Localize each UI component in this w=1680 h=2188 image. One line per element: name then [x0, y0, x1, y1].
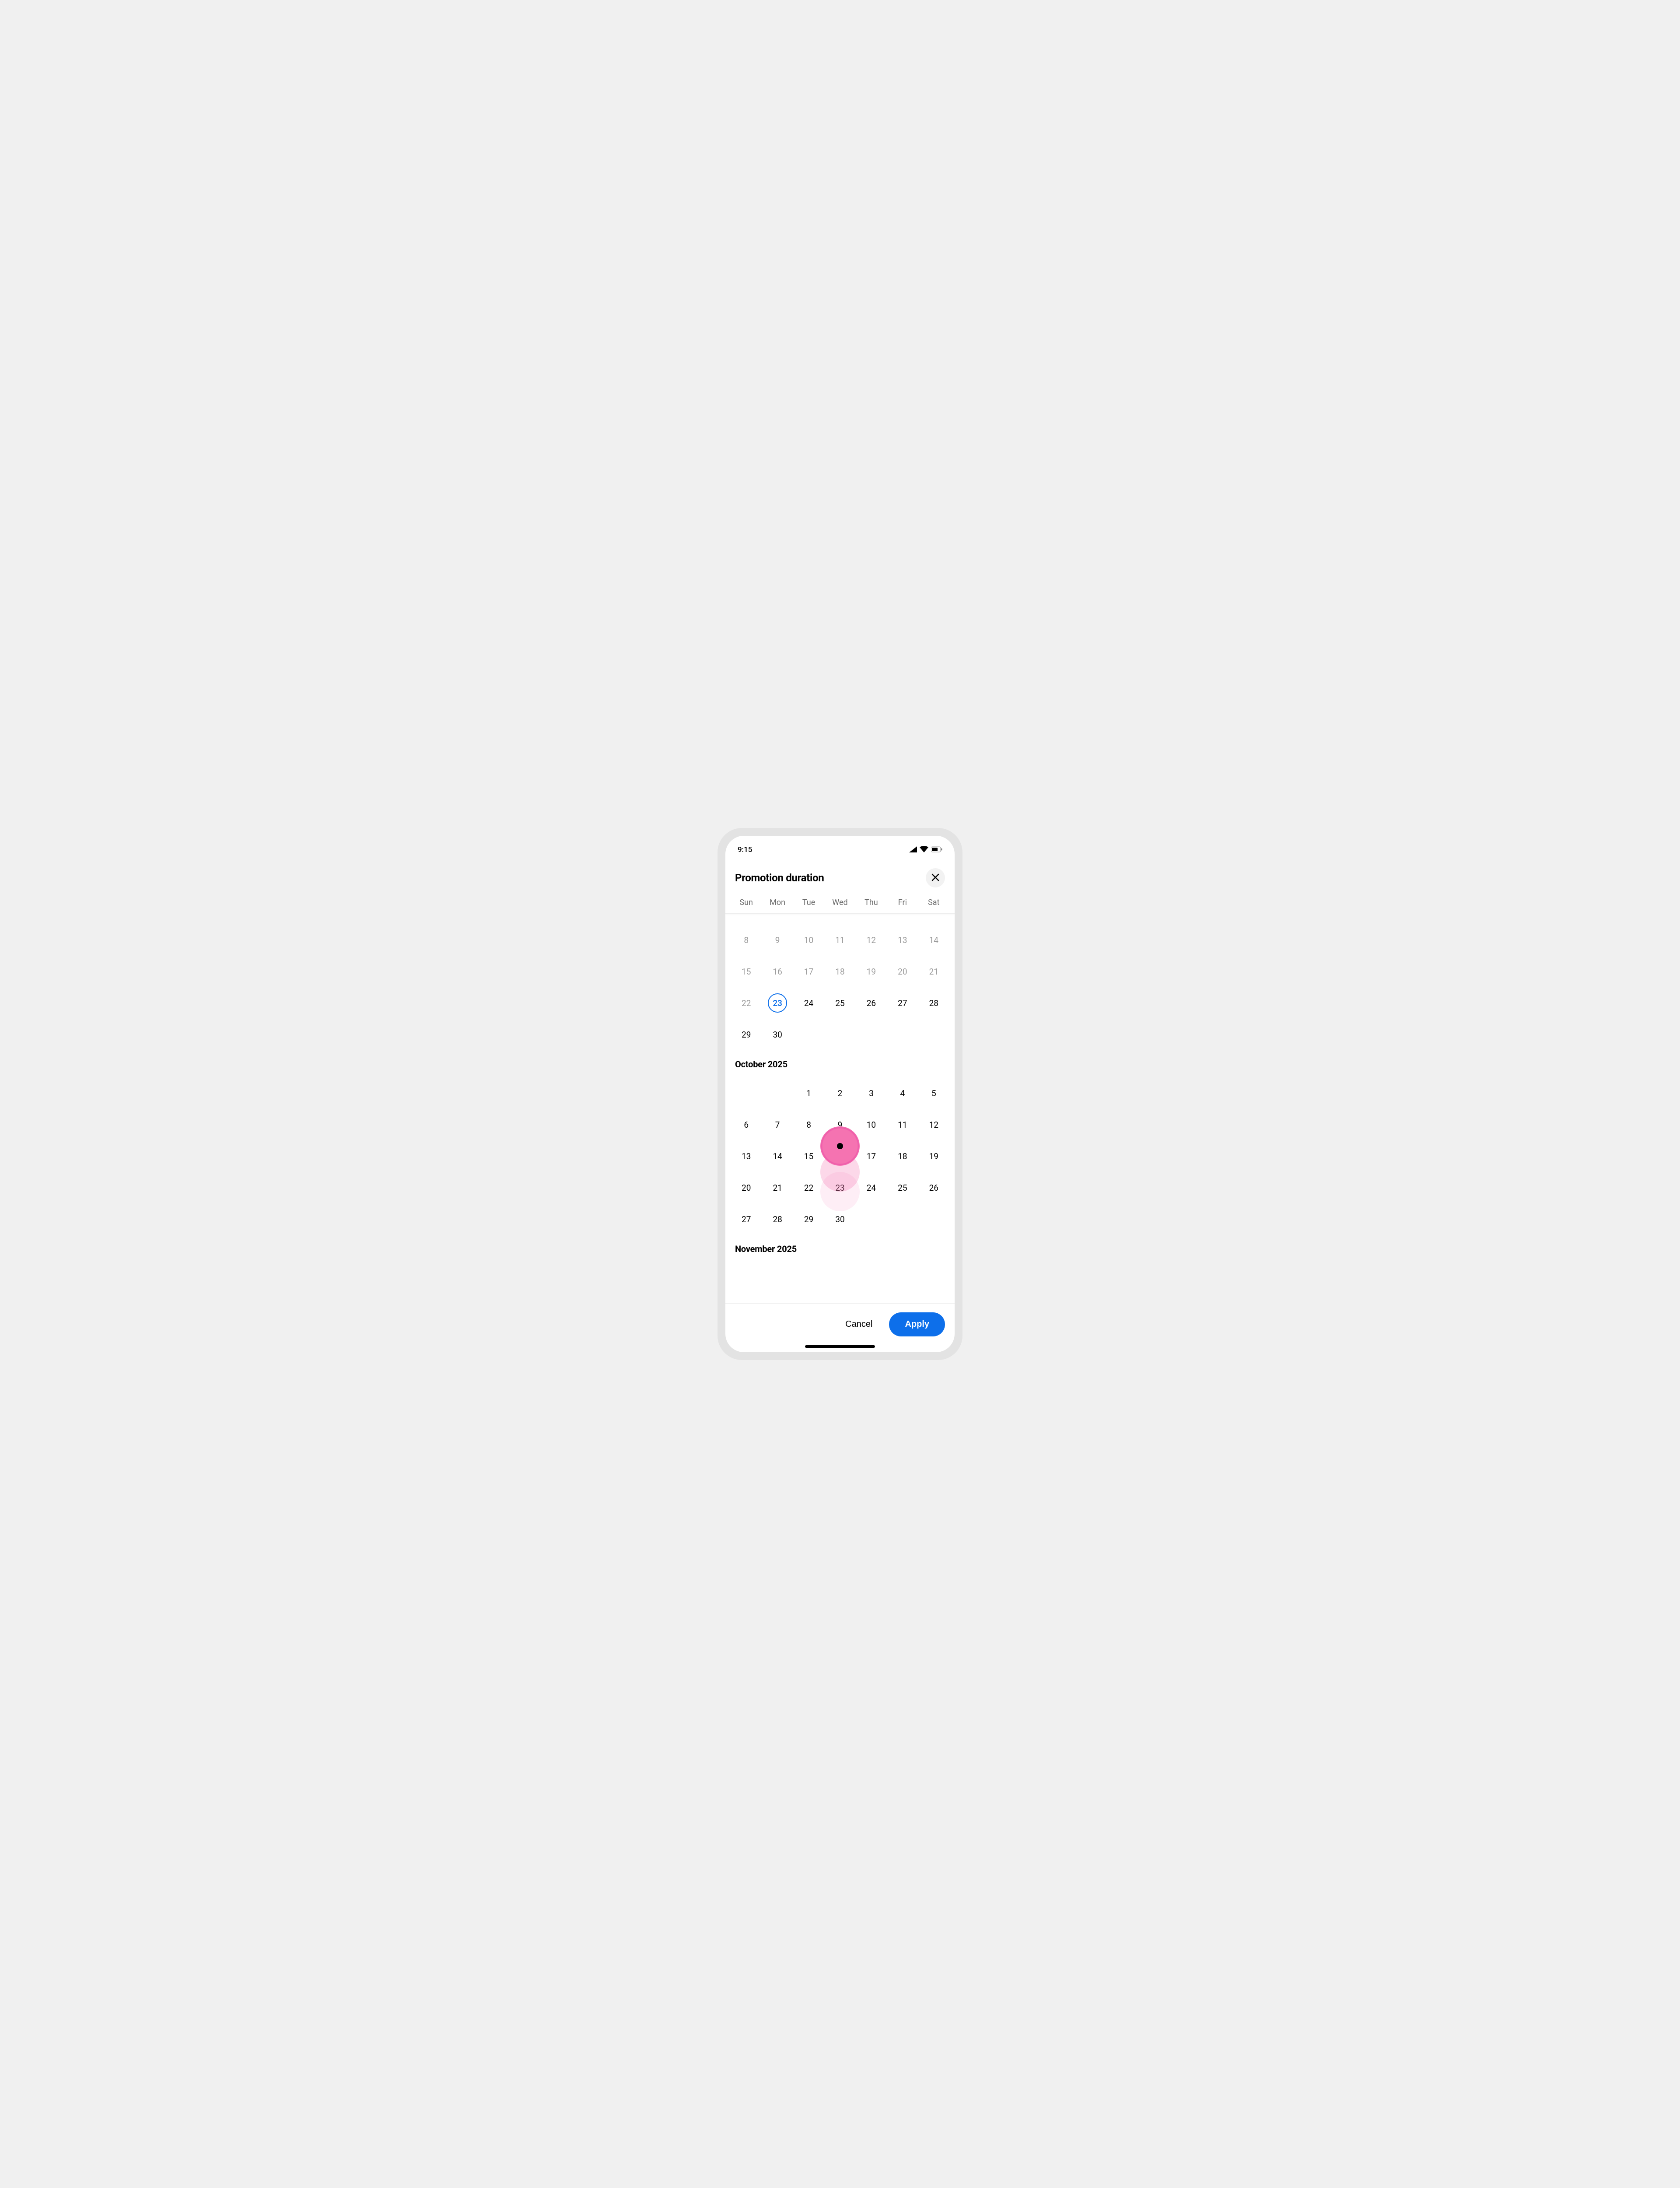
status-icons: [909, 846, 942, 854]
day-cell: 17: [793, 959, 824, 984]
day-cell[interactable]: 20: [731, 1175, 762, 1200]
day-cell[interactable]: 18: [887, 1144, 918, 1168]
day-cell: 11: [824, 928, 855, 952]
day-cell[interactable]: 25: [824, 991, 855, 1015]
day-cell[interactable]: 15: [793, 1144, 824, 1168]
day-cell: 19: [856, 959, 887, 984]
partial-month-grid: 891011121314 15161718192021 22 23 2425262728…: [731, 914, 949, 1047]
day-cell: 8: [731, 928, 762, 952]
close-icon: [931, 873, 940, 883]
wifi-icon: [920, 846, 928, 854]
screen: 9:15 Promotion duration: [725, 836, 955, 1352]
day-cell[interactable]: 27: [887, 991, 918, 1015]
day-cell: 21: [918, 959, 949, 984]
cellular-icon: [909, 846, 917, 854]
day-cell[interactable]: 9: [824, 1112, 855, 1137]
day-cell[interactable]: 12: [918, 1112, 949, 1137]
day-placeholder: [731, 1081, 762, 1105]
day-cell[interactable]: 27: [731, 1207, 762, 1231]
day-cell[interactable]: 14: [762, 1144, 793, 1168]
day-cell[interactable]: 22: [793, 1175, 824, 1200]
day-cell[interactable]: 7: [762, 1112, 793, 1137]
day-cell[interactable]: 19: [918, 1144, 949, 1168]
day-cell[interactable]: 28: [762, 1207, 793, 1231]
dow-wed: Wed: [824, 898, 855, 907]
cancel-button[interactable]: Cancel: [839, 1315, 878, 1334]
day-cell[interactable]: 8: [793, 1112, 824, 1137]
day-cell: 22: [731, 991, 762, 1015]
dow-tue: Tue: [793, 898, 824, 907]
day-cell[interactable]: 26: [918, 1175, 949, 1200]
day-cell: 13: [887, 928, 918, 952]
status-bar: 9:15: [725, 836, 955, 858]
dow-header: Sun Mon Tue Wed Thu Fri Sat: [725, 894, 955, 914]
battery-icon: [931, 846, 942, 854]
calendar-scroll[interactable]: 8910111213141516171819202122232425262728…: [725, 914, 955, 1303]
day-cell[interactable]: 21: [762, 1175, 793, 1200]
day-cell[interactable]: 26: [856, 991, 887, 1015]
day-cell[interactable]: 13: [731, 1144, 762, 1168]
day-cell[interactable]: 30: [824, 1207, 855, 1231]
day-cell[interactable]: 30: [762, 1022, 793, 1047]
day-placeholder: [762, 1081, 793, 1105]
day-cell: 18: [824, 959, 855, 984]
apply-button[interactable]: Apply: [889, 1312, 945, 1336]
day-cell[interactable]: 29: [793, 1207, 824, 1231]
day-cell: 16: [762, 959, 793, 984]
day-cell[interactable]: 11: [887, 1112, 918, 1137]
header: Promotion duration: [725, 858, 955, 894]
status-time: 9:15: [738, 845, 752, 854]
day-cell: 14: [918, 928, 949, 952]
day-cell[interactable]: 2: [824, 1081, 855, 1105]
month-label-nov: November 2025: [731, 1231, 949, 1259]
dow-thu: Thu: [856, 898, 887, 907]
day-cell[interactable]: 28: [918, 991, 949, 1015]
day-cell[interactable]: 25: [887, 1175, 918, 1200]
day-cell[interactable]: 24: [793, 991, 824, 1015]
day-cell: 12: [856, 928, 887, 952]
month-label-oct: October 2025: [731, 1047, 949, 1074]
day-cell[interactable]: 23: [762, 991, 793, 1015]
day-cell: 20: [887, 959, 918, 984]
dow-mon: Mon: [762, 898, 793, 907]
day-cell[interactable]: 4: [887, 1081, 918, 1105]
day-cell[interactable]: 1: [793, 1081, 824, 1105]
day-cell[interactable]: 17: [856, 1144, 887, 1168]
day-cell: 15: [731, 959, 762, 984]
dow-fri: Fri: [887, 898, 918, 907]
day-cell: 9: [762, 928, 793, 952]
today-indicator: 23: [768, 993, 787, 1013]
day-cell: 10: [793, 928, 824, 952]
home-indicator[interactable]: [805, 1345, 875, 1348]
day-cell[interactable]: 3: [856, 1081, 887, 1105]
day-cell[interactable]: 5: [918, 1081, 949, 1105]
day-cell[interactable]: 16: [824, 1144, 855, 1168]
day-cell[interactable]: 23: [824, 1175, 855, 1200]
dow-sun: Sun: [731, 898, 762, 907]
day-cell[interactable]: 29: [731, 1022, 762, 1047]
dow-sat: Sat: [918, 898, 949, 907]
day-cell[interactable]: 24: [856, 1175, 887, 1200]
device-frame: 9:15 Promotion duration: [718, 828, 962, 1360]
day-cell[interactable]: 10: [856, 1112, 887, 1137]
page-title: Promotion duration: [735, 872, 824, 884]
footer: Cancel Apply: [725, 1303, 955, 1345]
close-button[interactable]: [926, 868, 945, 887]
month-grid-oct: 1234567891011121314151617181920212223242…: [731, 1074, 949, 1231]
day-cell[interactable]: 6: [731, 1112, 762, 1137]
